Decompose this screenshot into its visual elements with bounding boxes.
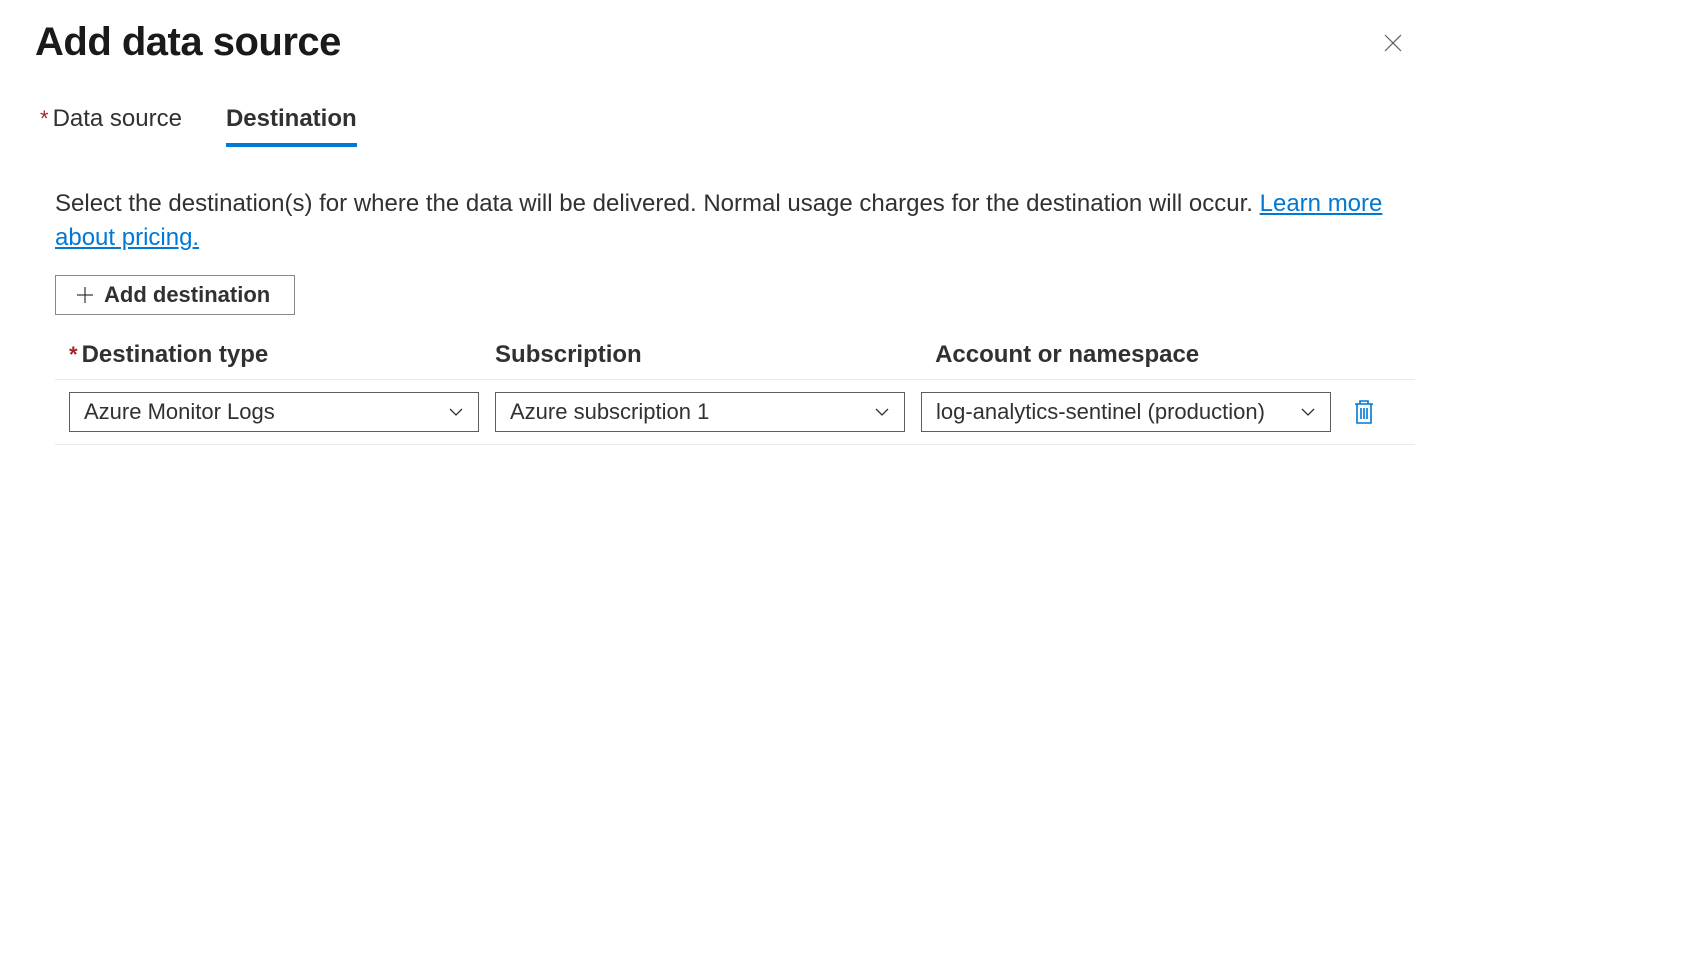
th-destination-type: *Destination type (55, 341, 479, 369)
chevron-down-icon (1300, 404, 1316, 420)
tabs: *Data source Destination (35, 105, 1673, 147)
account-namespace-value: log-analytics-sentinel (production) (936, 399, 1265, 425)
th-account-namespace: Account or namespace (935, 341, 1359, 369)
tab-data-source-label: Data source (53, 105, 182, 132)
description-text: Select the destination(s) for where the … (55, 187, 1415, 255)
plus-icon (76, 286, 94, 304)
table-row: Azure Monitor Logs Azure subscription 1 … (55, 380, 1415, 445)
close-icon (1381, 31, 1405, 55)
subscription-value: Azure subscription 1 (510, 399, 709, 425)
destination-table: *Destination type Subscription Account o… (55, 335, 1415, 445)
trash-icon (1352, 398, 1376, 426)
add-destination-button[interactable]: Add destination (55, 275, 295, 315)
required-asterisk: * (69, 342, 78, 367)
required-asterisk: * (40, 106, 49, 131)
tab-destination[interactable]: Destination (226, 105, 357, 147)
page-title: Add data source (35, 20, 341, 65)
add-destination-label: Add destination (104, 282, 270, 308)
tab-data-source[interactable]: *Data source (40, 105, 182, 147)
destination-type-select[interactable]: Azure Monitor Logs (69, 392, 479, 432)
destination-type-value: Azure Monitor Logs (84, 399, 275, 425)
description-before: Select the destination(s) for where the … (55, 190, 1260, 217)
th-destination-type-label: Destination type (82, 341, 269, 368)
delete-row-button[interactable] (1347, 395, 1381, 429)
chevron-down-icon (448, 404, 464, 420)
subscription-select[interactable]: Azure subscription 1 (495, 392, 905, 432)
table-header: *Destination type Subscription Account o… (55, 335, 1415, 380)
account-namespace-select[interactable]: log-analytics-sentinel (production) (921, 392, 1331, 432)
th-subscription: Subscription (495, 341, 919, 369)
close-button[interactable] (1373, 23, 1413, 63)
chevron-down-icon (874, 404, 890, 420)
tab-destination-label: Destination (226, 105, 357, 132)
